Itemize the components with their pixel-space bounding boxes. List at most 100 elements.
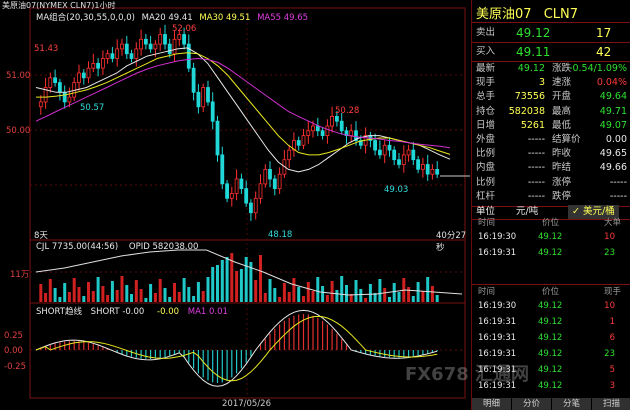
- candle-body: [244, 188, 249, 204]
- volume-bar: [268, 279, 272, 302]
- volume-bar: [106, 295, 110, 302]
- candle-body: [320, 130, 325, 137]
- volume-bar: [287, 292, 291, 302]
- candle-body: [191, 67, 196, 93]
- trade-row[interactable]: 16:19:31 49.12 23: [472, 247, 630, 260]
- stat-label: 内盘: [476, 162, 496, 174]
- candle-body: [120, 43, 124, 50]
- trade-row[interactable]: 16:19:30 49.12 10: [472, 231, 630, 244]
- candle-body: [334, 116, 339, 122]
- volume-bar: [239, 269, 243, 302]
- candle-body: [248, 202, 253, 214]
- volume-bar: [187, 287, 191, 302]
- volume-bar: [407, 287, 411, 302]
- trade-price: 49.12: [538, 349, 563, 359]
- big-trade-header: 时间 价位 大单: [472, 217, 630, 230]
- candle-body: [210, 101, 215, 122]
- macd-legend: SHORT趋线 SHORT -0.00 -0.00 MA1 0.01: [36, 305, 228, 317]
- tab-1[interactable]: 明细: [472, 398, 512, 410]
- macd-tick-1: 0.25: [4, 331, 23, 341]
- candle-body: [38, 101, 43, 108]
- volume-bar: [302, 296, 305, 302]
- stat-label: 现手: [476, 77, 496, 89]
- trade-row[interactable]: 16:19:30 49.12 10: [472, 300, 630, 313]
- quote-title: 美原油07 CLN7: [476, 3, 578, 22]
- sell-row[interactable]: 卖出 49.12 17: [472, 24, 630, 42]
- volume-bar: [235, 271, 239, 302]
- candle-body: [101, 58, 105, 69]
- volume-bar: [39, 284, 43, 302]
- volume-bar: [306, 282, 310, 302]
- stat-label: 结算价: [552, 134, 581, 145]
- trade-row[interactable]: 16:19:31 49.12 1: [472, 316, 630, 329]
- trade-price: 49.12: [538, 248, 563, 258]
- candle-body: [349, 130, 354, 137]
- volume-bar: [397, 292, 401, 302]
- candle-body: [96, 63, 100, 69]
- trade-price: 49.12: [538, 232, 563, 242]
- volume-bar: [211, 267, 215, 302]
- volume-bar: [388, 297, 391, 302]
- stat-label: 涨停: [552, 176, 572, 188]
- candle-body: [77, 72, 81, 84]
- trade-price: 49.12: [538, 333, 563, 343]
- candle-body: [124, 43, 129, 55]
- tab-3[interactable]: 分笔: [552, 398, 592, 410]
- candle-body: [86, 67, 91, 79]
- trade-price: 49.12: [538, 301, 563, 311]
- trade-row[interactable]: 16:19:31 49.12 6: [472, 332, 630, 345]
- candle-body: [58, 82, 62, 93]
- buy-row[interactable]: 买入 49.11 42: [472, 43, 630, 61]
- candle-body: [139, 38, 144, 50]
- candle-body: [67, 96, 72, 103]
- volume-bar: [168, 297, 172, 302]
- trade-time: 16:19:31: [478, 248, 517, 258]
- volume-bar: [421, 291, 425, 302]
- ma-legend: MA组合(20,30,55,0,0,0) MA20 49.41 MA30 49.…: [36, 11, 308, 23]
- candlesticks: [38, 24, 440, 221]
- candle-body: [253, 197, 258, 214]
- trade-time: 16:19:30: [478, 232, 517, 242]
- stat-label: 速涨: [552, 77, 572, 89]
- stat-value: 49.07: [599, 119, 627, 131]
- cjl-label: CJL 7735.00(44:56): [36, 242, 119, 252]
- macd-ma1: MA1 0.01: [187, 307, 228, 317]
- unit-usd-label: 美元/桶: [582, 206, 615, 217]
- ma30-label: MA30 49.51: [199, 13, 251, 23]
- volume-bar: [182, 278, 186, 302]
- candle-body: [220, 154, 225, 185]
- candle-body: [420, 164, 425, 170]
- big-trade-vol-head: 大单: [604, 218, 622, 228]
- stat-value: 73556: [514, 91, 545, 103]
- stat-value: -----: [527, 190, 545, 202]
- candle-body: [263, 168, 268, 185]
- opid-label: OPID 582038.00: [128, 242, 199, 252]
- stat-value: 49.66: [599, 162, 627, 174]
- volume-bar: [196, 282, 200, 302]
- volume-bar: [163, 288, 167, 302]
- volume-bar: [44, 293, 48, 302]
- volume-bar: [149, 284, 153, 302]
- tab-4[interactable]: 扫描: [592, 398, 630, 410]
- ma-combo-label: MA组合(20,30,55,0,0,0): [36, 13, 135, 23]
- candle-body: [62, 91, 67, 103]
- volume-bar: [134, 280, 138, 302]
- price-chart-svg[interactable]: [0, 0, 470, 410]
- trade-vol: 23: [604, 248, 615, 258]
- volume-bar: [368, 284, 372, 302]
- macd-tick-3: -0.25: [4, 362, 26, 372]
- candle-body: [377, 149, 382, 156]
- candle-body: [234, 178, 239, 194]
- volume-bar: [177, 292, 181, 302]
- candle-body: [296, 140, 301, 146]
- volume-bar: [359, 289, 363, 302]
- buy-price: 49.11: [516, 45, 551, 59]
- ma20-label: MA20 49.41: [141, 13, 193, 23]
- candle-body: [430, 168, 435, 175]
- volume-bar: [110, 281, 114, 302]
- price-tick-51: 51.00: [6, 71, 31, 81]
- tab-2[interactable]: 分价: [512, 398, 552, 410]
- stat-label: 昨收: [552, 148, 572, 160]
- kline-chart[interactable]: 美原油07(NYMEX CLN7)1小时 MA组合(20,30,55,0,0,0…: [0, 0, 470, 410]
- volume-bar: [153, 293, 157, 302]
